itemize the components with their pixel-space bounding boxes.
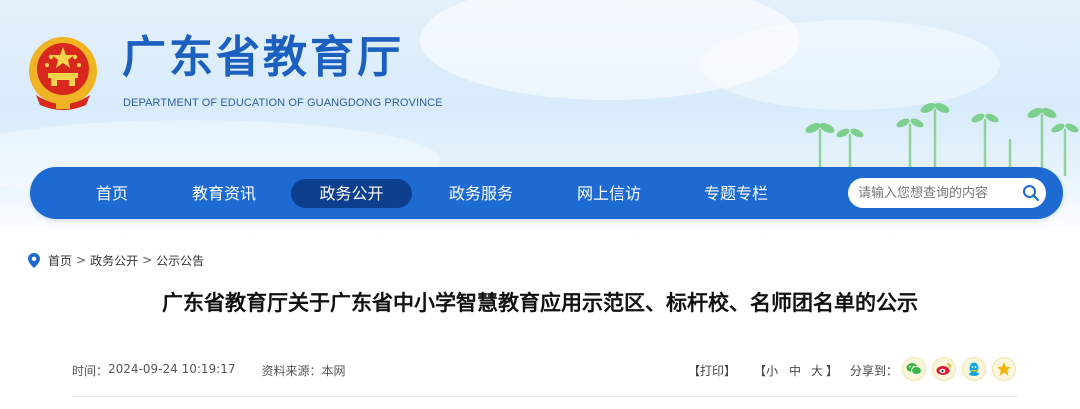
font-size-small-button[interactable]: 小 xyxy=(766,362,778,379)
breadcrumb-home[interactable]: 首页 xyxy=(48,252,72,269)
font-size-medium-button[interactable]: 中 xyxy=(789,362,801,379)
search-box xyxy=(848,178,1046,208)
site-subtitle: DEPARTMENT OF EDUCATION OF GUANGDONG PRO… xyxy=(123,97,443,109)
weibo-icon xyxy=(936,363,952,375)
article-title: 广东省教育厅关于广东省中小学智慧教育应用示范区、标杆校、名师团名单的公示 xyxy=(162,291,918,315)
qzone-icon xyxy=(997,362,1011,376)
qq-icon xyxy=(969,362,979,376)
font-size-bracket-close: 】 xyxy=(826,364,839,378)
nav-item-education-news[interactable]: 教育资讯 xyxy=(176,179,272,208)
wechat-icon xyxy=(906,363,922,375)
publish-time: 2024-09-24 10:19:17 xyxy=(108,362,236,376)
breadcrumb-government-affairs[interactable]: 政务公开 xyxy=(90,252,138,269)
location-pin-icon xyxy=(28,252,40,268)
breadcrumb-separator: > xyxy=(142,253,153,267)
share-qq-button[interactable] xyxy=(962,357,986,381)
source-value: 本网 xyxy=(321,364,346,378)
share-weibo-button[interactable] xyxy=(932,357,956,381)
breadcrumb: 首页 > 政务公开 > 公示公告 xyxy=(28,251,204,269)
nav-item-government-affairs[interactable]: 政务公开 xyxy=(291,179,412,208)
nav-item-online-petition[interactable]: 网上信访 xyxy=(561,179,657,208)
search-icon[interactable] xyxy=(1022,184,1040,202)
print-button[interactable]: 【打印】 xyxy=(688,362,736,379)
share-icons xyxy=(902,357,1016,381)
article-meta: 时间： 2024-09-24 10:19:17 资料来源： 本网 xyxy=(72,362,346,379)
font-size-bracket-open: 【 xyxy=(754,364,767,378)
nav-item-government-services[interactable]: 政务服务 xyxy=(433,179,529,208)
divider xyxy=(72,396,1018,397)
search-input[interactable] xyxy=(858,178,1018,208)
national-emblem-icon xyxy=(29,37,97,110)
time-label: 时间： xyxy=(72,364,109,378)
site-title: 广东省教育厅 xyxy=(122,32,404,83)
main-navbar: 首页 教育资讯 政务公开 政务服务 网上信访 专题专栏 xyxy=(30,167,1063,219)
breadcrumb-announcements[interactable]: 公示公告 xyxy=(156,252,204,269)
font-size-large-button[interactable]: 大 xyxy=(811,362,823,379)
share-label: 分享到： xyxy=(850,364,899,378)
source-label: 资料来源： xyxy=(261,364,322,378)
share-wechat-button[interactable] xyxy=(902,357,926,381)
nav-item-home[interactable]: 首页 xyxy=(80,179,144,208)
nav-item-special-topics[interactable]: 专题专栏 xyxy=(688,179,784,208)
share-qzone-button[interactable] xyxy=(992,357,1016,381)
breadcrumb-separator: > xyxy=(76,253,87,267)
